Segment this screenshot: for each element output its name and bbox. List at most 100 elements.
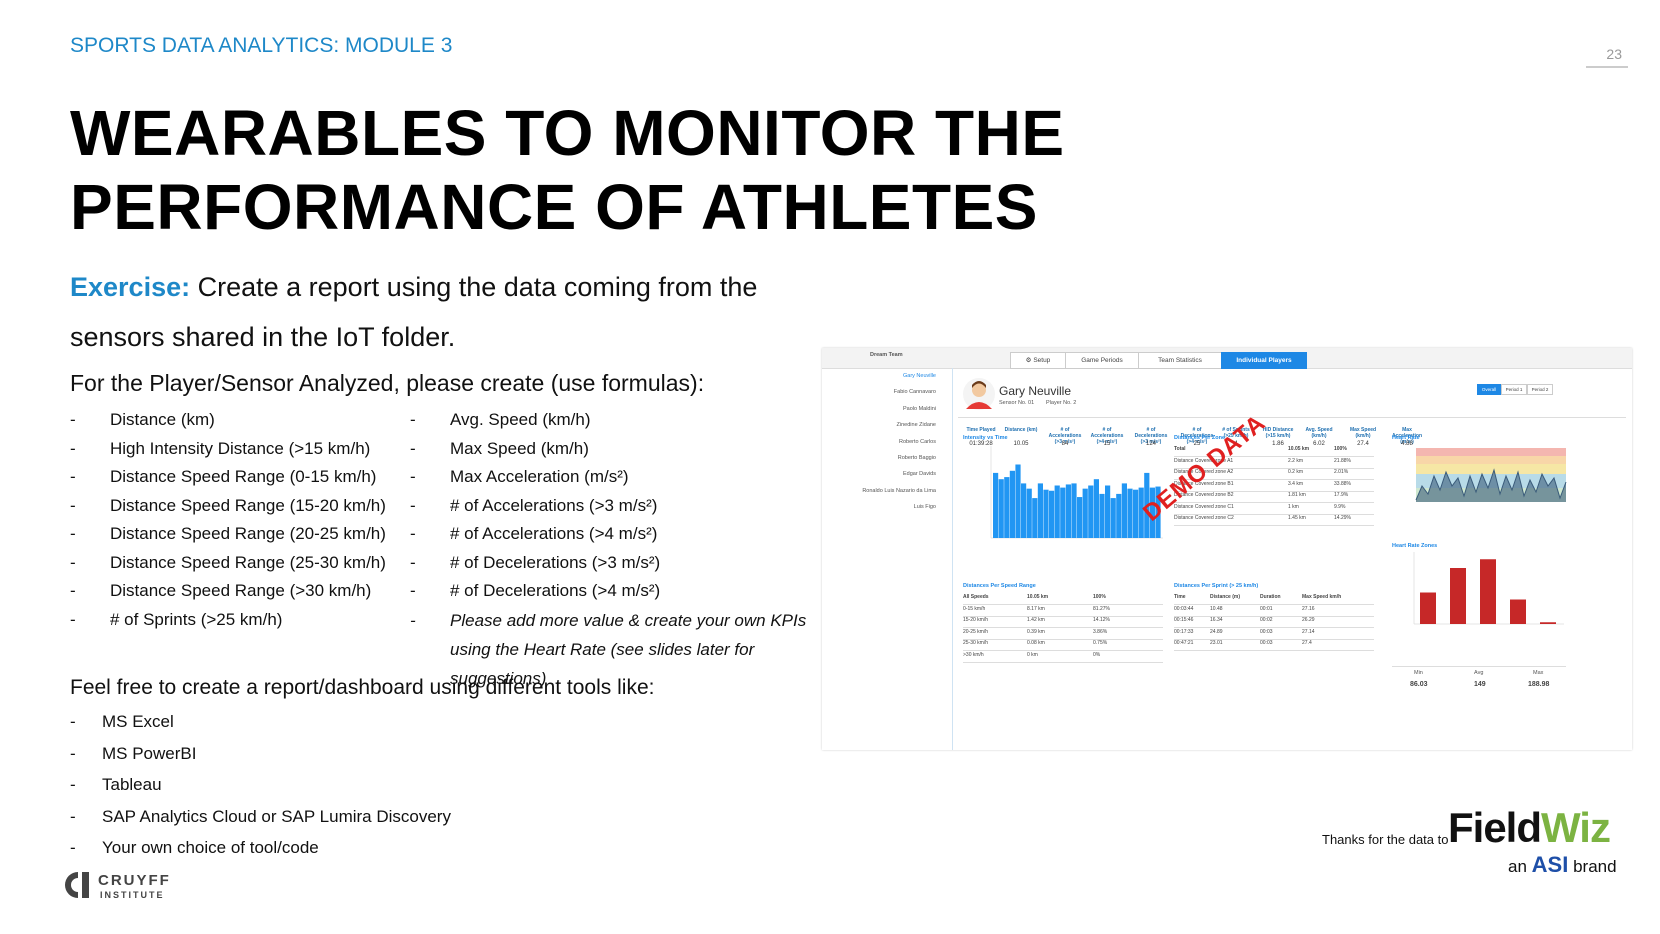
sidebar-player[interactable]: Roberto Baggio bbox=[822, 450, 952, 466]
sidebar-player[interactable]: Luis Figo bbox=[822, 499, 952, 515]
table-cell: 00:03 bbox=[1260, 628, 1273, 635]
sidebar-player[interactable]: Zinedine Zidane bbox=[822, 417, 952, 433]
kpi-item: Distance Speed Range (20-25 km/h) bbox=[70, 520, 386, 549]
table-cell: 0 km bbox=[1027, 651, 1038, 658]
slide-title: WEARABLES TO MONITOR THE PERFORMANCE OF … bbox=[70, 96, 1070, 244]
kpi-list-left: Distance (km)High Intensity Distance (>1… bbox=[70, 406, 386, 634]
tab-team-statistics[interactable]: Team Statistics bbox=[1138, 352, 1222, 369]
kpi-item: # of Accelerations (>3 m/s²) bbox=[410, 492, 840, 521]
table-cell: Distance (m) bbox=[1210, 594, 1241, 600]
hr-zone-bar bbox=[1540, 622, 1556, 624]
table-cell: Duration bbox=[1260, 594, 1281, 600]
kpi-item: Max Acceleration (m/s²) bbox=[410, 463, 840, 492]
thanks-text: Thanks for the data to bbox=[1322, 832, 1449, 847]
table-cell: 25-30 km/h bbox=[963, 640, 989, 646]
table-cell: 17.9% bbox=[1334, 492, 1349, 498]
table-cell: 27.4 bbox=[1302, 640, 1312, 646]
table-cell: 10.48 bbox=[1210, 605, 1223, 612]
tool-item: MS PowerBI bbox=[70, 738, 451, 770]
hr-min-label: Min bbox=[1414, 670, 1423, 676]
sidebar-player[interactable]: Edgar Davids bbox=[822, 466, 952, 482]
table-cell: 00:03 bbox=[1260, 640, 1273, 646]
table-rule bbox=[1174, 627, 1374, 628]
hr-max-value: 188.98 bbox=[1528, 681, 1550, 688]
table-cell: 0.39 km bbox=[1027, 628, 1045, 635]
table-cell: 100% bbox=[1093, 594, 1106, 600]
kpi-item: # of Sprints (>25 km/h) bbox=[70, 606, 386, 635]
table-cell: 3.86% bbox=[1093, 628, 1108, 635]
brand-suffix: brand bbox=[1573, 857, 1617, 876]
hr-min-value: 86.03 bbox=[1410, 681, 1428, 688]
table-rule bbox=[1174, 604, 1374, 605]
table-cell: Distance Covered zone C2 bbox=[1174, 515, 1234, 521]
table-cell: 00:02 bbox=[1260, 617, 1273, 623]
sidebar-player[interactable]: Gary Neuville bbox=[822, 368, 952, 384]
table-cell: 1.45 km bbox=[1288, 515, 1306, 521]
period-1-button[interactable]: Period 1 bbox=[1501, 384, 1527, 395]
player-name: Gary Neuville bbox=[999, 384, 1072, 398]
table-rule bbox=[963, 604, 1163, 605]
intensity-bar bbox=[1060, 487, 1066, 538]
table-cell: 10.05 km bbox=[1288, 446, 1310, 452]
logo-word-top: CRUYFF bbox=[98, 872, 171, 889]
title-line-1: WEARABLES TO MONITOR THE bbox=[70, 97, 1065, 169]
intensity-bar bbox=[1071, 483, 1077, 538]
team-name: Dream Team bbox=[870, 352, 903, 358]
hr-avg-value: 149 bbox=[1474, 681, 1486, 688]
table-cell: 8.17 km bbox=[1027, 605, 1045, 612]
table-cell: 1 km bbox=[1288, 503, 1299, 510]
sidebar-player[interactable]: Paolo Maldini bbox=[822, 401, 952, 417]
intensity-bar bbox=[1105, 485, 1111, 538]
table-cell: 0.2 km bbox=[1288, 469, 1304, 475]
table-cell: Time bbox=[1174, 594, 1186, 600]
kpi-item: Distance (km) bbox=[70, 406, 386, 435]
table-rule bbox=[1174, 615, 1374, 617]
intensity-bar bbox=[1093, 479, 1099, 538]
kpi-item: # of Accelerations (>4 m/s²) bbox=[410, 520, 840, 549]
table-cell: 00:01 bbox=[1260, 605, 1273, 612]
tool-item: Your own choice of tool/code bbox=[70, 832, 451, 864]
analyze-intro: For the Player/Sensor Analyzed, please c… bbox=[70, 370, 705, 396]
tab-game-periods[interactable]: Game Periods bbox=[1065, 352, 1139, 369]
table-cell: 0.75% bbox=[1093, 640, 1108, 646]
table-cell: 0% bbox=[1093, 651, 1101, 658]
table-cell: 3.4 km bbox=[1288, 480, 1304, 487]
table-cell: 00:17:33 bbox=[1174, 628, 1194, 635]
tab-setup[interactable]: ⚙ Setup bbox=[1010, 352, 1066, 369]
module-label: SPORTS DATA ANALYTICS: MODULE 3 bbox=[70, 34, 453, 57]
hr-zone-bar bbox=[1480, 559, 1496, 624]
page-number-rule bbox=[1586, 66, 1628, 68]
brand-wiz: Wiz bbox=[1541, 804, 1611, 851]
period-2-button[interactable]: Period 2 bbox=[1527, 384, 1553, 395]
table-cell: 20-25 km/h bbox=[963, 628, 989, 635]
intensity-bar bbox=[1110, 498, 1116, 538]
tab-individual-players[interactable]: Individual Players bbox=[1221, 352, 1307, 369]
tool-item: SAP Analytics Cloud or SAP Lumira Discov… bbox=[70, 801, 451, 833]
exercise-label: Exercise: bbox=[70, 272, 191, 302]
table-cell: 9.9% bbox=[1334, 503, 1346, 510]
table-cell: 2.2 km bbox=[1288, 457, 1304, 464]
intensity-bar bbox=[1116, 493, 1122, 538]
table-rule bbox=[1174, 525, 1374, 526]
kpi-list-right: Avg. Speed (km/h)Max Speed (km/h)Max Acc… bbox=[410, 406, 840, 693]
table-rule bbox=[963, 615, 1163, 617]
speed-range-title: Distances Per Speed Range bbox=[963, 583, 1036, 589]
kpi-item: # of Decelerations (>4 m/s²) bbox=[410, 577, 840, 606]
intensity-bar bbox=[1049, 490, 1055, 538]
table-cell: 81.27% bbox=[1093, 605, 1110, 612]
fieldwiz-logo: FieldWiz bbox=[1448, 804, 1611, 852]
intensity-bar bbox=[1088, 485, 1094, 538]
intensity-bar bbox=[1015, 464, 1021, 538]
sidebar-player[interactable]: Roberto Carlos bbox=[822, 434, 952, 450]
sidebar-player[interactable]: Fabio Cannavaro bbox=[822, 384, 952, 400]
overall-button[interactable]: Overall bbox=[1477, 384, 1501, 395]
intensity-bar bbox=[998, 479, 1004, 538]
intensity-bar bbox=[1043, 489, 1049, 538]
player-sidebar: Gary Neuville Fabio Cannavaro Paolo Maldin… bbox=[822, 368, 953, 750]
brand-asi: ASI bbox=[1531, 852, 1569, 877]
intensity-title: Intensity vs Time bbox=[963, 435, 1008, 441]
sidebar-player[interactable]: Ronaldo Luis Nazario da Lima bbox=[822, 483, 952, 499]
sensor-number: Sensor No. 01 bbox=[999, 400, 1035, 406]
kpi-item: # of Decelerations (>3 m/s²) bbox=[410, 549, 840, 578]
player-number: Player No. 2 bbox=[1046, 400, 1077, 406]
